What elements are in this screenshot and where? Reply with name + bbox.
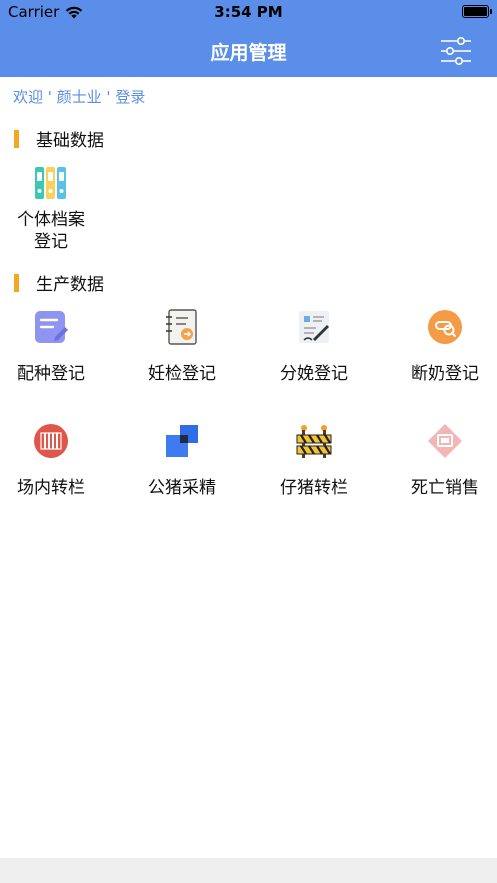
diamond-sign-icon <box>428 424 462 458</box>
tile-death-sale[interactable]: 死亡销售 <box>383 421 497 499</box>
tile-boar-semen-collection[interactable]: 公猪采精 <box>120 421 244 499</box>
binders-icon <box>35 167 66 199</box>
section-basic-data: 基础数据 <box>14 126 104 151</box>
tile-label: 死亡销售 <box>411 478 479 498</box>
tile-label: 个体档案 <box>17 210 85 230</box>
section-title: 生产数据 <box>36 275 104 295</box>
tile-label: 场内转栏 <box>17 478 85 498</box>
tile-label: 仔猪转栏 <box>280 478 348 498</box>
tile-label: 妊检登记 <box>148 364 216 384</box>
tile-label: 配种登记 <box>17 364 85 384</box>
tile-weaning-record[interactable]: 断奶登记 <box>383 307 497 385</box>
nav-bar: 应用管理 <box>0 24 497 77</box>
page-title: 应用管理 <box>210 42 287 64</box>
section-title: 基础数据 <box>36 131 104 151</box>
filter-sliders-icon <box>441 36 471 65</box>
welcome-text: 欢迎 ' 颜士业 ' 登录 <box>13 88 146 106</box>
tile-label: 公猪采精 <box>148 478 216 498</box>
tile-piglet-transfer[interactable]: 仔猪转栏 <box>252 421 376 499</box>
status-time: 3:54 PM <box>214 3 283 21</box>
section-production-data: 生产数据 <box>14 270 104 295</box>
edit-note-icon <box>35 311 68 343</box>
status-bar: Carrier 3:54 PM <box>0 0 497 24</box>
tile-individual-archive[interactable]: 个体档案 登记 <box>0 163 113 253</box>
footer-bar <box>0 858 497 883</box>
filter-button[interactable] <box>439 36 473 66</box>
pen-fence-icon <box>34 424 68 458</box>
battery-icon <box>462 5 492 18</box>
tile-breeding-record[interactable]: 配种登记 <box>0 307 113 385</box>
section-accent-bar <box>14 129 19 148</box>
tile-pen-transfer[interactable]: 场内转栏 <box>0 421 113 499</box>
tile-label: 分娩登记 <box>280 364 348 384</box>
section-accent-bar <box>14 273 19 292</box>
barrier-icon <box>296 425 332 458</box>
overlap-squares-icon <box>166 425 198 457</box>
bottle-badge-icon <box>428 310 462 344</box>
document-sign-icon <box>299 311 329 343</box>
tile-pregnancy-check[interactable]: 妊检登记 <box>120 307 244 385</box>
tile-label: 断奶登记 <box>411 364 479 384</box>
notebook-arrow-icon <box>166 309 197 345</box>
tile-farrowing-record[interactable]: 分娩登记 <box>252 307 376 385</box>
tile-label-line2: 登记 <box>34 232 68 252</box>
